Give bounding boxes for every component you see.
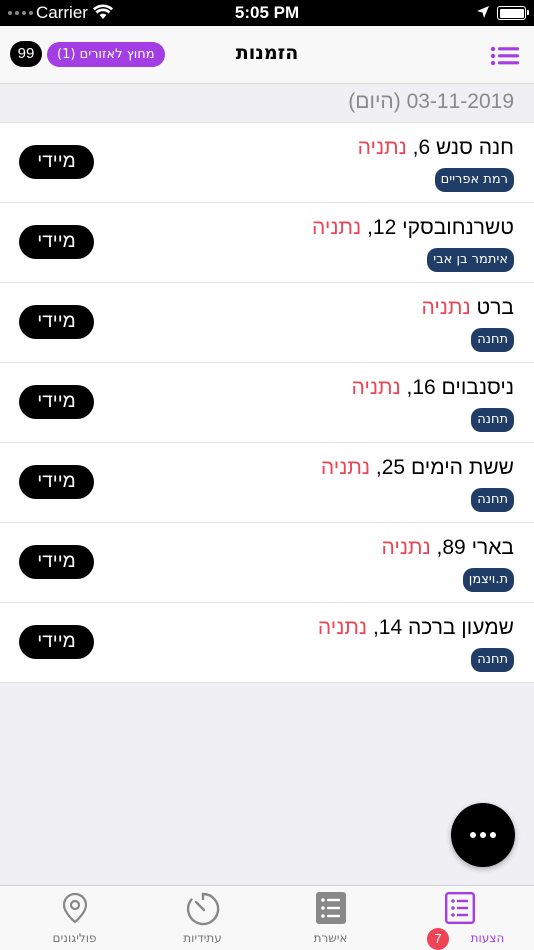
tab-label: פוליגונים — [52, 931, 97, 945]
street-label: ששת הימים 25, — [375, 456, 514, 479]
date-section-header: 03-11-2019 (היום) — [0, 85, 534, 123]
street-label: בארי 89, — [436, 536, 514, 559]
immediate-button[interactable]: מיידי — [19, 225, 94, 259]
area-tag: תחנה — [471, 488, 514, 512]
city-label: נתניה — [381, 536, 431, 559]
location-arrow-icon — [477, 6, 489, 18]
city-label: נתניה — [421, 296, 471, 319]
tab-label: עתידיות — [183, 931, 222, 945]
status-bar: Carrier 5:05 PM — [0, 0, 534, 26]
nav-bar: 99 מחוץ לאזורים (1) הזמנות — [0, 26, 534, 84]
area-tag: ת.ויצמן — [462, 568, 514, 592]
tab-bar: פוליגונים עתידיות אישרת 7 הצעות — [0, 885, 534, 950]
tab-label: אישרת — [313, 931, 348, 945]
date-label: 03-11-2019 (היום) — [348, 90, 514, 113]
order-address: טשרנחובסקי 12, נתניה — [312, 216, 514, 240]
city-label: נתניה — [357, 136, 407, 159]
street-label: שמעון ברכה 14, — [372, 616, 514, 639]
immediate-button[interactable]: מיידי — [19, 625, 94, 659]
tab-offers[interactable]: 7 הצעות — [393, 886, 526, 950]
order-row[interactable]: בארי 89, נתניה ת.ויצמן מיידי — [0, 523, 534, 603]
more-options-button[interactable] — [451, 803, 515, 867]
order-address: חנה סנש 6, נתניה — [358, 136, 514, 160]
order-address: ברט נתניה — [421, 296, 514, 320]
area-tag: תחנה — [471, 408, 514, 432]
order-address: ניסנבוים 16, נתניה — [351, 376, 514, 400]
orders-list: חנה סנש 6, נתניה רמת אפריים מיידי טשרנחו… — [0, 123, 534, 683]
order-address: בארי 89, נתניה — [381, 536, 514, 560]
order-row[interactable]: חנה סנש 6, נתניה רמת אפריים מיידי — [0, 123, 534, 203]
tab-polygons[interactable]: פוליגונים — [8, 886, 141, 950]
city-label: נתניה — [320, 456, 371, 479]
timer-icon — [186, 892, 219, 926]
city-label: נתניה — [317, 616, 368, 639]
area-tag: תחנה — [471, 328, 514, 352]
order-address: שמעון ברכה 14, נתניה — [318, 616, 514, 640]
battery-icon — [497, 6, 529, 20]
order-row[interactable]: ברט נתניה תחנה מיידי — [0, 283, 534, 363]
tab-future[interactable]: עתידיות — [136, 886, 269, 950]
immediate-button[interactable]: מיידי — [19, 385, 94, 419]
menu-icon[interactable] — [490, 46, 520, 66]
clock: 5:05 PM — [234, 3, 300, 22]
tab-approved[interactable]: אישרת — [264, 886, 397, 950]
list-icon — [315, 892, 346, 924]
street-label: חנה סנש 6, — [412, 136, 514, 159]
area-tag: תחנה — [471, 648, 514, 672]
immediate-button[interactable]: מיידי — [19, 545, 94, 579]
street-label: ברט — [476, 296, 515, 319]
immediate-button[interactable]: מיידי — [19, 145, 94, 179]
immediate-button[interactable]: מיידי — [19, 465, 94, 499]
street-label: טשרנחובסקי 12, — [367, 216, 514, 239]
order-row[interactable]: ניסנבוים 16, נתניה תחנה מיידי — [0, 363, 534, 443]
page-title: הזמנות — [235, 42, 299, 64]
location-pin-icon — [62, 892, 87, 924]
order-row[interactable]: שמעון ברכה 14, נתניה תחנה מיידי — [0, 603, 534, 683]
city-label: נתניה — [351, 376, 401, 399]
tab-label: הצעות — [470, 931, 505, 945]
immediate-button[interactable]: מיידי — [19, 305, 94, 339]
area-tag: איתמר בן אבי — [427, 248, 514, 272]
list-icon — [444, 892, 475, 924]
street-label: ניסנבוים 16, — [406, 376, 514, 399]
order-row[interactable]: טשרנחובסקי 12, נתניה איתמר בן אבי מיידי — [0, 203, 534, 283]
order-address: ששת הימים 25, נתניה — [321, 456, 514, 480]
more-dots-icon — [470, 832, 476, 838]
order-row[interactable]: ששת הימים 25, נתניה תחנה מיידי — [0, 443, 534, 523]
city-label: נתניה — [312, 216, 362, 239]
area-tag: רמת אפריים — [434, 168, 514, 192]
